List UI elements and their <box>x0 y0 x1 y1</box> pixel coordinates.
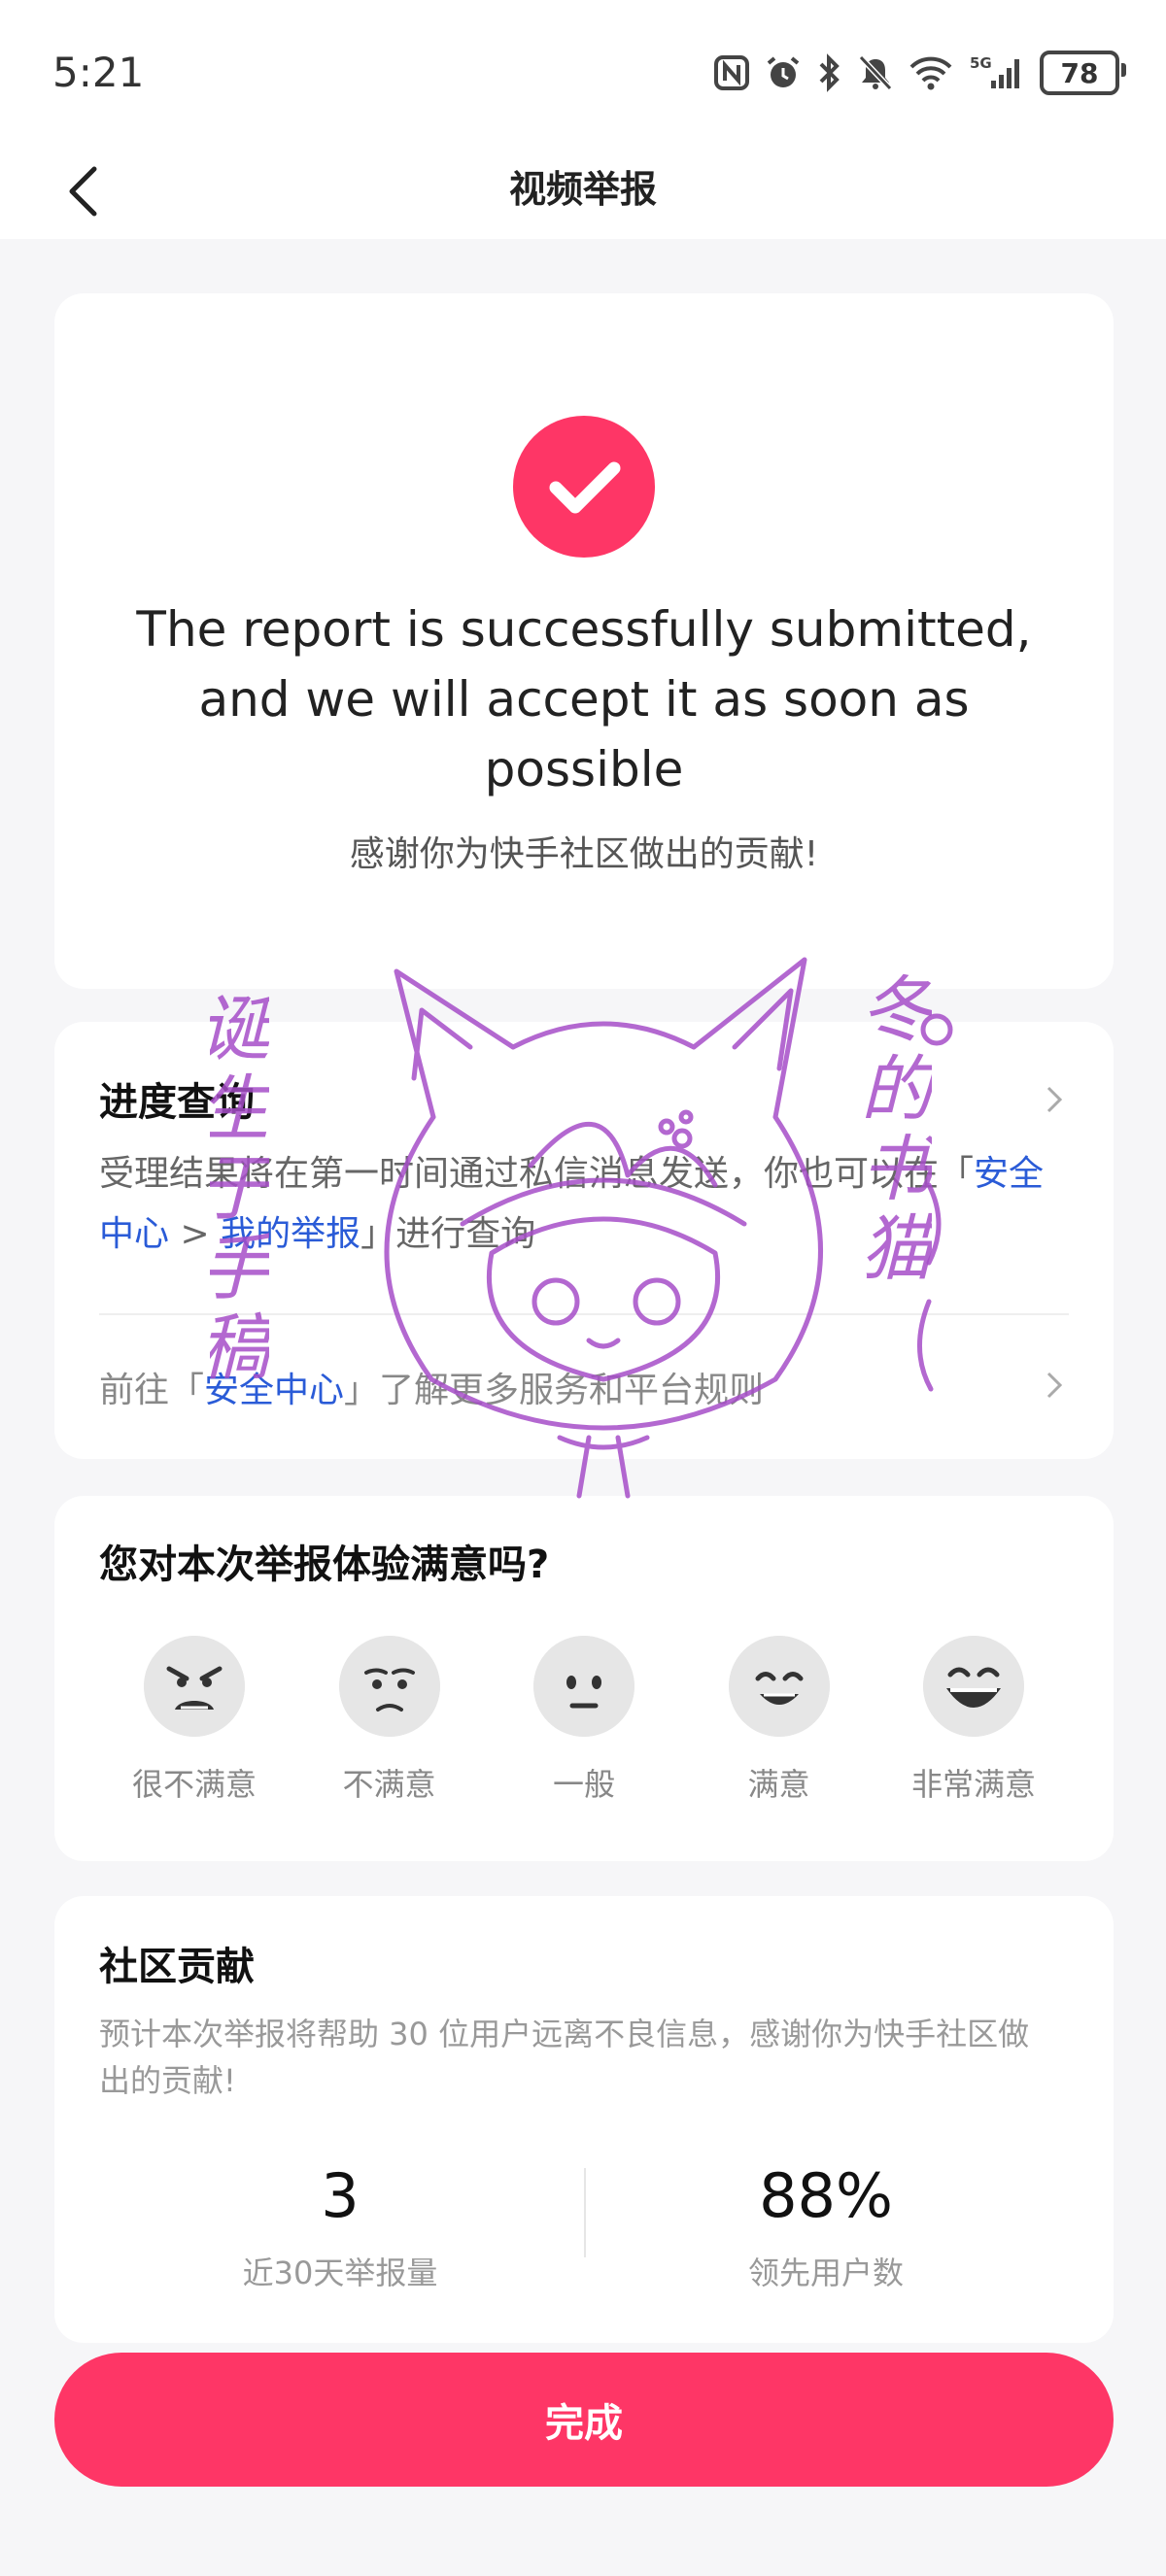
rating-label: 一般 <box>552 1766 615 1803</box>
battery-level: 78 <box>1060 56 1099 89</box>
progress-description: 受理结果将在第一时间通过私信消息发送，你也可以在「安全中心 > 我的举报」进行查… <box>99 1144 1065 1265</box>
chevron-right-icon[interactable] <box>1040 1366 1069 1405</box>
security-center-row[interactable]: 前往「安全中心」了解更多服务和平台规则 <box>99 1362 764 1412</box>
rating-option-very-dissatisfied[interactable]: 很不满意 <box>97 1636 292 1805</box>
svg-text:5G: 5G <box>970 54 992 72</box>
bluetooth-icon <box>819 53 840 92</box>
success-title: The report is successfully submitted, an… <box>136 601 1032 797</box>
unhappy-face-icon[interactable] <box>338 1636 440 1737</box>
stat-divider <box>584 2168 586 2257</box>
rating-label: 满意 <box>747 1766 810 1803</box>
link-separator: > <box>169 1214 222 1254</box>
chevron-right-icon[interactable] <box>1040 1080 1069 1119</box>
stat-lead-users: 88% 领先用户数 <box>632 2160 1020 2293</box>
survey-card: 您对本次举报体验满意吗? 很不满意 不满意 一般 满意 非常满意 <box>54 1496 1114 1861</box>
contribution-title: 社区贡献 <box>99 1945 255 1989</box>
goto-prefix: 前往「 <box>99 1371 205 1410</box>
rating-label: 很不满意 <box>131 1766 257 1803</box>
alarm-icon <box>767 56 800 87</box>
wifi-icon <box>909 56 952 90</box>
success-card: The report is successfully submitted, an… <box>54 293 1114 989</box>
progress-title[interactable]: 进度查询 <box>99 1070 255 1127</box>
mute-icon <box>858 54 893 91</box>
divider <box>99 1313 1069 1315</box>
rating-option-neutral[interactable]: 一般 <box>487 1636 681 1805</box>
battery-indicator: 78 <box>1040 51 1126 95</box>
contribution-card: 社区贡献 预计本次举报将帮助 30 位用户远离不良信息，感谢你为快手社区做出的贡… <box>54 1896 1114 2343</box>
smile-face-icon[interactable] <box>728 1636 830 1737</box>
contribution-description: 预计本次举报将帮助 30 位用户远离不良信息，感谢你为快手社区做出的贡献! <box>99 2016 1030 2099</box>
stat-report-count: 3 近30天举报量 <box>146 2160 534 2293</box>
check-circle-icon <box>513 416 655 558</box>
stat-value: 88% <box>759 2160 893 2231</box>
progress-card: 进度查询 受理结果将在第一时间通过私信消息发送，你也可以在「安全中心 > 我的举… <box>54 1022 1114 1459</box>
status-time: 5:21 <box>52 49 145 96</box>
progress-desc-prefix: 受理结果将在第一时间通过私信消息发送，你也可以在「 <box>99 1154 975 1194</box>
rating-option-very-satisfied[interactable]: 非常满意 <box>876 1636 1071 1805</box>
status-bar: 5:21 5G 78 <box>0 0 1166 146</box>
progress-desc-suffix: 」进行查询 <box>360 1214 536 1254</box>
neutral-face-icon[interactable] <box>533 1636 634 1737</box>
nfc-icon <box>714 55 749 90</box>
rating-option-satisfied[interactable]: 满意 <box>682 1636 876 1805</box>
goto-suffix: 」了解更多服务和平台规则 <box>344 1371 765 1410</box>
goto-security-center-link[interactable]: 安全中心 <box>204 1371 344 1410</box>
my-reports-link[interactable]: 我的举报 <box>221 1214 360 1254</box>
stat-label: 近30天举报量 <box>242 2254 438 2291</box>
rating-label: 非常满意 <box>910 1766 1036 1803</box>
success-subtitle: 感谢你为快手社区做出的贡献! <box>349 834 819 874</box>
survey-title: 您对本次举报体验满意吗? <box>99 1542 550 1587</box>
signal-5g-icon: 5G <box>970 54 1019 88</box>
angry-face-icon[interactable] <box>144 1636 245 1737</box>
page-title: 视频举报 <box>508 168 657 211</box>
rating-options: 很不满意 不满意 一般 满意 非常满意 <box>97 1636 1071 1805</box>
rating-label: 不满意 <box>342 1766 436 1803</box>
done-button[interactable]: 完成 <box>54 2353 1114 2487</box>
grin-face-icon[interactable] <box>923 1636 1024 1737</box>
stat-label: 领先用户数 <box>747 2254 904 2291</box>
stat-value: 3 <box>321 2160 360 2231</box>
status-icons: 5G 78 <box>713 51 1126 95</box>
rating-option-dissatisfied[interactable]: 不满意 <box>292 1636 487 1805</box>
header: 视频举报 <box>0 146 1166 239</box>
